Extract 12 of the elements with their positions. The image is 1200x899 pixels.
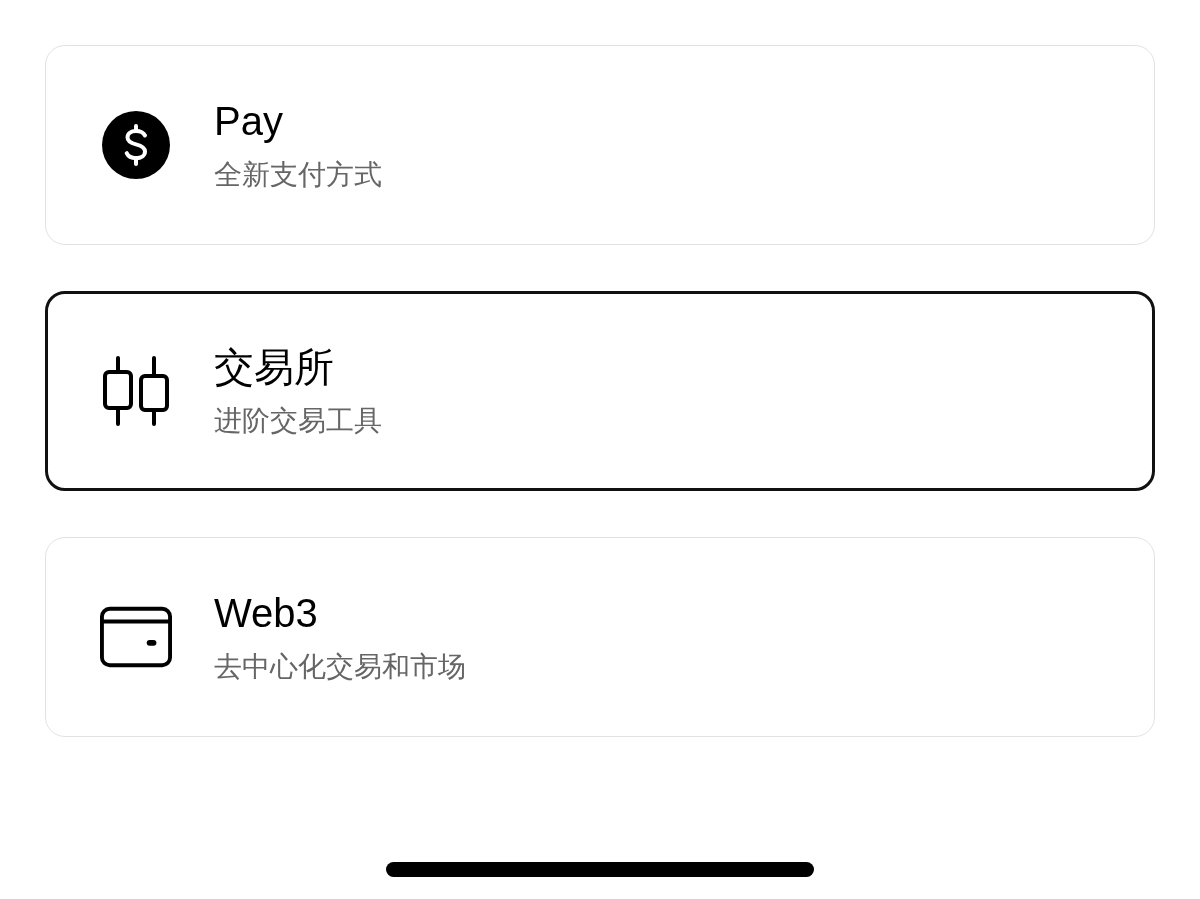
option-subtitle: 去中心化交易和市场 [214,650,466,684]
option-subtitle: 全新支付方式 [214,158,382,192]
option-title: Pay [214,98,284,145]
candlestick-chart-icon [101,356,171,426]
wallet-icon [100,606,172,668]
option-card[interactable]: 交易所 进阶交易工具 [45,291,1155,491]
option-card[interactable]: Web3 去中心化交易和市场 [45,537,1155,737]
option-title: Web3 [214,590,319,637]
option-card[interactable]: Pay 全新支付方式 [45,45,1155,245]
option-subtitle: 进阶交易工具 [214,404,382,438]
option-title: 交易所 [214,344,335,391]
dollar-coin-icon [102,111,170,179]
